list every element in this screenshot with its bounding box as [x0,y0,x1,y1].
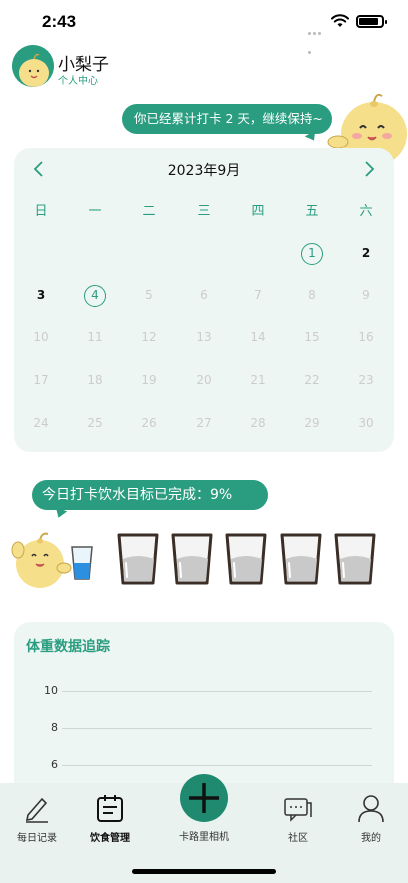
calendar-day[interactable]: 9 [339,284,393,306]
calendar-day[interactable]: 8 [285,284,339,306]
tab-mine[interactable]: 我的 [336,793,406,849]
y-tick-label: 6 [51,758,58,771]
tab-daily-record[interactable]: 每日记录 [2,793,72,849]
calendar-day[interactable]: 18 [68,369,122,391]
tab-label: 饮食管理 [90,833,130,844]
empty-water-cup-icon[interactable] [224,533,268,585]
y-tick-label: 10 [44,684,58,697]
tab-label: 我的 [361,833,381,844]
calendar-icon [97,795,123,822]
empty-water-cup-icon[interactable] [279,533,323,585]
calorie-camera-label: 卡路里相机 [179,832,229,843]
weekday-label: 二 [142,204,156,219]
avatar[interactable] [12,45,54,87]
empty-water-cup-icon[interactable] [333,533,377,585]
calendar-day[interactable]: 7 [231,284,285,306]
checked-day-label: 4 [84,285,106,307]
calendar-day[interactable]: 14 [231,326,285,348]
water-goal-message: 今日打卡饮水目标已完成：9% [32,480,268,510]
grid-line [62,765,372,766]
calendar-month-title: 2023年9月 [167,163,241,179]
calendar-day[interactable]: 15 [285,326,339,348]
tab-community[interactable]: 社区 [263,793,333,849]
signal-icon [308,20,326,54]
pear-mascot-drinking-icon [11,532,72,588]
calendar-day[interactable]: 23 [339,369,393,391]
weekday-label: 六 [359,204,373,219]
tab-label: 社区 [288,833,308,844]
checked-day-label: 1 [301,243,323,265]
calendar-day[interactable]: 5 [122,284,176,306]
calendar-day[interactable]: 12 [122,326,176,348]
y-tick-label: 8 [51,721,58,734]
status-time: 2:43 [42,12,77,31]
weight-card-title: 体重数据追踪 [26,639,110,655]
chat-icon [284,798,312,822]
calendar-day[interactable]: 2 [339,242,393,264]
calendar-day[interactable]: 16 [339,326,393,348]
calendar-day[interactable]: 28 [231,412,285,434]
calendar-day[interactable]: 26 [122,412,176,434]
calendar-day[interactable]: 30 [339,412,393,434]
grid-line [62,728,372,729]
mascot-avatar-icon [12,45,54,87]
calendar-day[interactable]: 13 [177,326,231,348]
calendar-day[interactable]: 3 [14,284,68,306]
plus-icon [189,783,219,813]
pen-icon [25,797,48,823]
empty-water-cup-icon[interactable] [170,533,214,585]
app-screen: { "status_bar": { "time": "2:43" }, "pro… [0,0,408,883]
wifi-icon [331,14,349,27]
calendar-day[interactable]: 25 [68,412,122,434]
tab-label: 每日记录 [17,833,57,844]
calendar-day[interactable]: 1 [285,242,339,265]
streak-message: 你已经累计打卡 2 天，继续保持~ [122,104,332,134]
user-icon [358,795,384,823]
empty-water-cup-icon[interactable] [116,533,160,585]
calendar-day[interactable]: 17 [14,369,68,391]
weekday-label: 五 [305,204,319,219]
calendar-day[interactable]: 11 [68,326,122,348]
calendar-day[interactable]: 27 [177,412,231,434]
calendar-day[interactable]: 29 [285,412,339,434]
weekday-label: 三 [197,204,211,219]
grid-line [62,691,372,692]
profile-center-link[interactable]: 个人中心 [58,72,98,87]
calendar-day[interactable]: 6 [177,284,231,306]
calendar-day[interactable]: 22 [285,369,339,391]
calorie-camera-button[interactable] [180,774,228,822]
calendar-day[interactable]: 4 [68,284,122,307]
chevron-right-icon[interactable] [362,160,376,178]
water-glass-filled-icon [71,546,93,580]
weekday-label: 四 [251,204,265,219]
calendar-day[interactable]: 10 [14,326,68,348]
weekday-label: 日 [34,204,48,219]
calendar-day[interactable]: 19 [122,369,176,391]
calendar-day[interactable]: 20 [177,369,231,391]
battery-icon [356,15,387,28]
checkin-calendar: 2023年9月 日一二三四五六 1 2 3 4 5 6 7 8 9 10 11 12 13 14 15 16 1… [14,148,394,452]
calendar-day[interactable]: 24 [14,412,68,434]
calendar-day[interactable]: 21 [231,369,285,391]
tab-diet-management[interactable]: 饮食管理 [75,793,145,849]
weekday-label: 一 [88,204,102,219]
home-indicator [132,869,276,874]
status-bar: 2:43 [0,0,408,54]
